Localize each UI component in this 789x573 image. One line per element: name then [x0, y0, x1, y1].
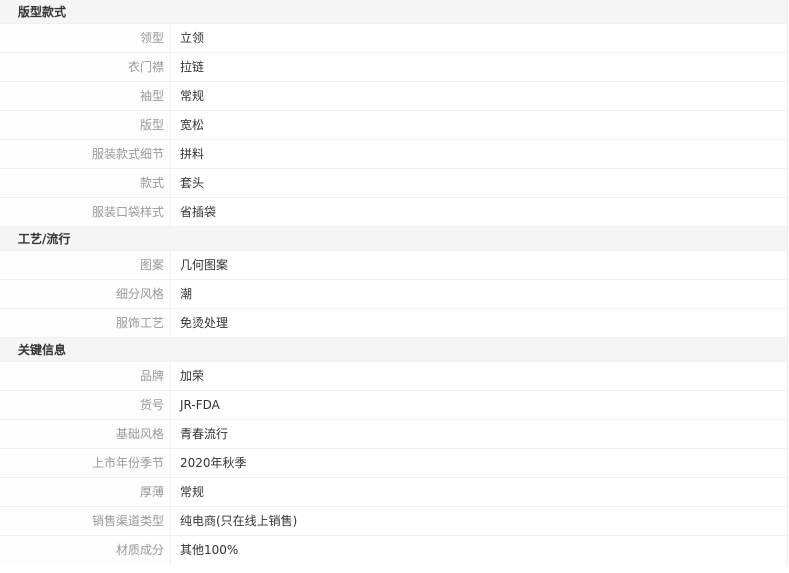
- attr-label: 袖型: [0, 82, 171, 110]
- attr-group-style: 版型款式 领型 立领 衣门襟 拉链 袖型 常规 版型 宽松 服装款式细节 拼料 …: [0, 0, 787, 227]
- attr-value: 套头: [180, 176, 205, 190]
- attr-value: 拼料: [180, 147, 205, 161]
- attr-row-pattern: 图案 几何图案: [0, 251, 787, 280]
- attr-label: 上市年份季节: [0, 449, 171, 477]
- attr-value: 2020年秋季: [180, 456, 247, 470]
- attr-label: 货号: [0, 391, 171, 419]
- attr-value: 其他100%: [180, 543, 239, 557]
- attr-label: 图案: [0, 251, 171, 279]
- group-header: 版型款式: [0, 0, 787, 24]
- attr-value: 宽松: [180, 118, 205, 132]
- attr-row-placket: 衣门襟 拉链: [0, 53, 787, 82]
- attr-group-key-info: 关键信息 品牌 加荣 货号 JR-FDA 基础风格 青春流行 上市年份季节 20…: [0, 338, 787, 565]
- attr-row-substyle: 细分风格 潮: [0, 280, 787, 309]
- attr-label: 细分风格: [0, 280, 171, 308]
- attr-label: 服装款式细节: [0, 140, 171, 168]
- attr-value: 几何图案: [180, 258, 229, 272]
- attr-value: 常规: [180, 89, 205, 103]
- attr-row-item-number: 货号 JR-FDA: [0, 391, 787, 420]
- attr-row-process: 服饰工艺 免烫处理: [0, 309, 787, 338]
- attr-label: 厚薄: [0, 478, 171, 506]
- attr-value: 潮: [180, 287, 193, 301]
- group-header: 关键信息: [0, 338, 787, 362]
- attr-value: 加荣: [180, 369, 205, 383]
- attr-row-brand: 品牌 加荣: [0, 362, 787, 391]
- attr-value: 青春流行: [180, 427, 229, 441]
- attr-row-collar: 领型 立领: [0, 24, 787, 53]
- attr-value: JR-FDA: [180, 398, 220, 412]
- attr-row-style: 款式 套头: [0, 169, 787, 198]
- attr-value: 常规: [180, 485, 205, 499]
- attr-label: 服装口袋样式: [0, 198, 171, 226]
- attr-label: 销售渠道类型: [0, 507, 171, 535]
- attr-value: 拉链: [180, 60, 205, 74]
- attr-label: 基础风格: [0, 420, 171, 448]
- attr-row-material: 材质成分 其他100%: [0, 536, 787, 565]
- attr-value: 纯电商(只在线上销售): [180, 514, 298, 528]
- attr-row-detail: 服装款式细节 拼料: [0, 140, 787, 169]
- attr-label: 服饰工艺: [0, 309, 171, 337]
- attr-label: 款式: [0, 169, 171, 197]
- group-header: 工艺/流行: [0, 227, 787, 251]
- attr-label: 领型: [0, 24, 171, 52]
- attr-row-sales-channel: 销售渠道类型 纯电商(只在线上销售): [0, 507, 787, 536]
- attr-label: 版型: [0, 111, 171, 139]
- attr-row-thickness: 厚薄 常规: [0, 478, 787, 507]
- attr-row-season: 上市年份季节 2020年秋季: [0, 449, 787, 478]
- attr-value: 免烫处理: [180, 316, 229, 330]
- attr-label: 衣门襟: [0, 53, 171, 81]
- attr-row-fit: 版型 宽松: [0, 111, 787, 140]
- attr-value: 立领: [180, 31, 205, 45]
- product-attributes-table: 版型款式 领型 立领 衣门襟 拉链 袖型 常规 版型 宽松 服装款式细节 拼料 …: [0, 0, 788, 565]
- attr-group-craft: 工艺/流行 图案 几何图案 细分风格 潮 服饰工艺 免烫处理: [0, 227, 787, 338]
- attr-value: 省插袋: [180, 205, 217, 219]
- attr-row-sleeve: 袖型 常规: [0, 82, 787, 111]
- attr-row-base-style: 基础风格 青春流行: [0, 420, 787, 449]
- attr-label: 材质成分: [0, 536, 171, 565]
- attr-row-pocket: 服装口袋样式 省插袋: [0, 198, 787, 227]
- attr-label: 品牌: [0, 362, 171, 390]
